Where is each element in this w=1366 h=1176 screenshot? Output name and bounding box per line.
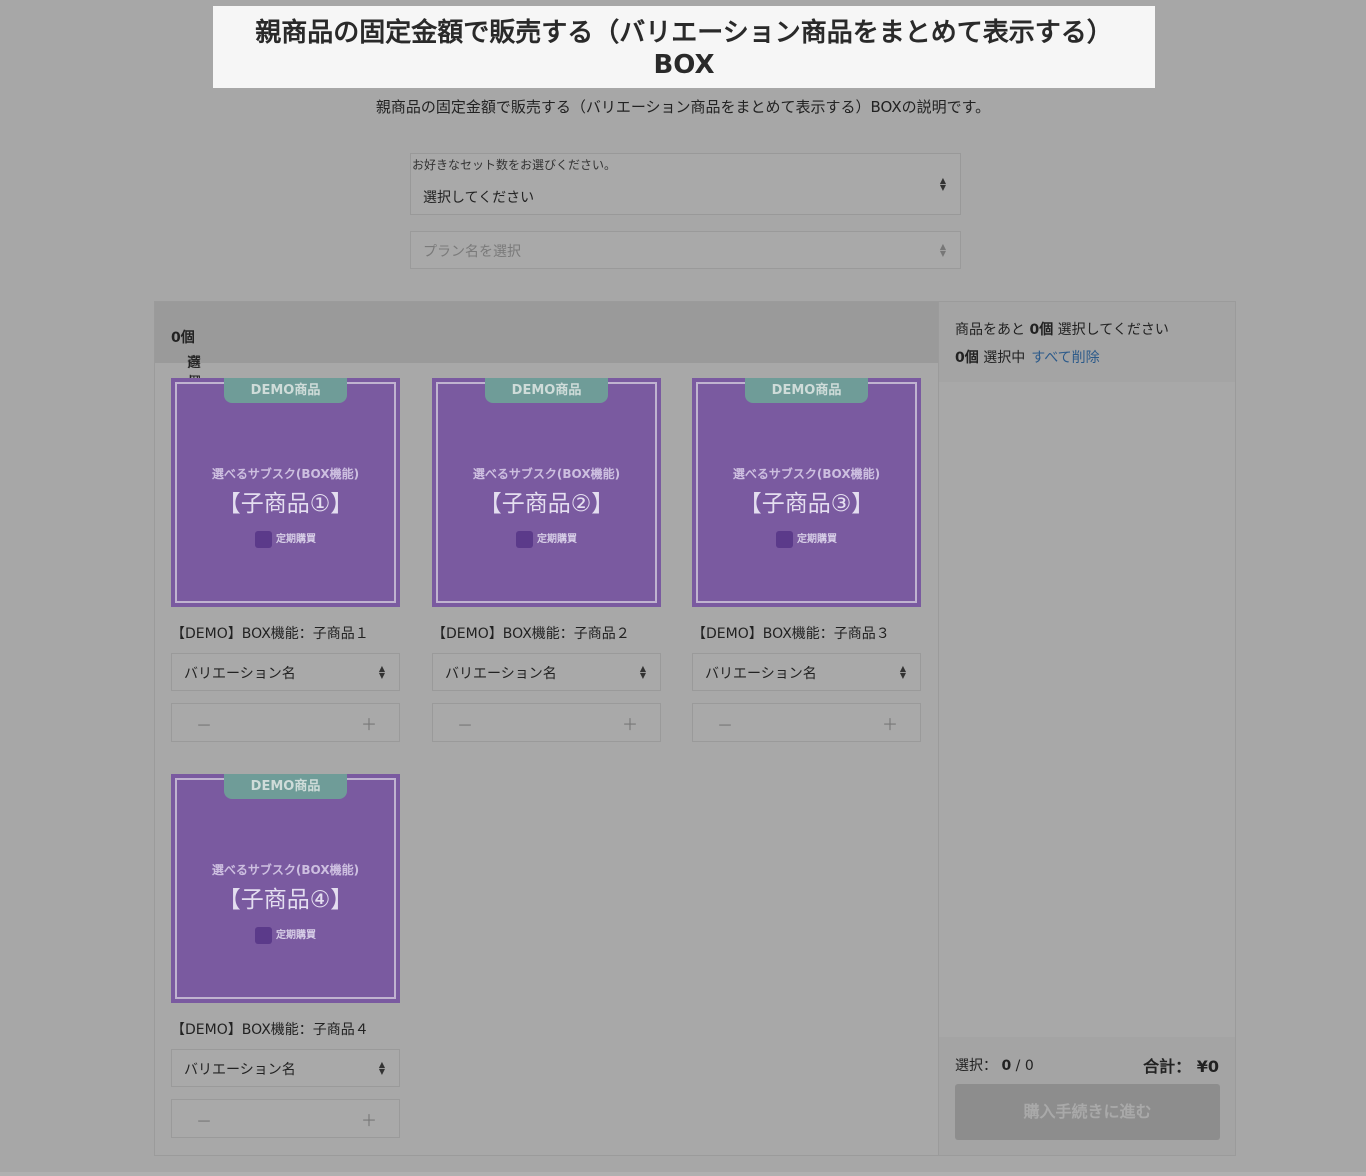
select-arrows-icon: ▲ ▼ xyxy=(378,1060,385,1076)
product-image-title: 【子商品③】 xyxy=(738,491,875,517)
decrease-button[interactable]: － xyxy=(196,712,212,736)
remaining-count: 0個 xyxy=(171,330,195,346)
subscription-logo-icon xyxy=(516,530,533,548)
cart-selected-label: 選択中 xyxy=(978,350,1026,366)
box-description: 親商品の固定金額で販売する（バリエーション商品をまとめて表示する）BOXの説明で… xyxy=(375,98,991,116)
product-image-caption: 選べるサブスク(BOX機能) xyxy=(211,863,360,877)
page-title-line-2: BOX xyxy=(653,50,715,80)
selection-value: 0 xyxy=(1001,1058,1012,1074)
cart-footer: 選択： 0 / 0 合計： ¥0 購入手続きに進む xyxy=(939,1037,1235,1155)
select-arrows-icon: ▲ ▼ xyxy=(378,664,385,680)
plan-select-placeholder: プラン名を選択 xyxy=(423,244,521,260)
subscription-logo-icon xyxy=(255,926,272,944)
product-image-caption: 選べるサブスク(BOX機能) xyxy=(211,467,360,481)
variation-select-value: バリエーション名 xyxy=(184,666,296,682)
product-image[interactable]: DEMO商品 選べるサブスク(BOX機能) 【子商品④】 定期購買 xyxy=(171,774,400,1003)
total-value: ¥0 xyxy=(1196,1057,1219,1076)
product-image-tag: 定期購買 xyxy=(276,930,316,941)
variation-select-value: バリエーション名 xyxy=(705,666,817,682)
variation-select[interactable]: バリエーション名 ▲ ▼ xyxy=(171,1049,400,1087)
product-name: 【DEMO】BOX機能：子商品４ xyxy=(171,1022,369,1038)
select-arrows-icon: ▲ ▼ xyxy=(639,664,646,680)
subscription-logo-icon xyxy=(255,530,272,548)
decrease-button[interactable]: － xyxy=(196,1108,212,1132)
variation-select[interactable]: バリエーション名 ▲ ▼ xyxy=(171,653,400,691)
quantity-stepper: － ＋ xyxy=(171,703,400,742)
demo-badge: DEMO商品 xyxy=(745,378,868,403)
increase-button[interactable]: ＋ xyxy=(622,711,638,735)
page-bottom-divider xyxy=(0,1172,1366,1176)
order-total: 合計： ¥0 xyxy=(1143,1053,1219,1077)
product-image[interactable]: DEMO商品 選べるサブスク(BOX機能) 【子商品①】 定期購買 xyxy=(171,378,400,607)
product-image-caption: 選べるサブスク(BOX機能) xyxy=(732,467,881,481)
cart-remaining-count: 0個 xyxy=(1029,322,1054,338)
select-arrows-icon: ▲ ▼ xyxy=(939,176,946,192)
variation-select-value: バリエーション名 xyxy=(184,1062,296,1078)
set-count-value: 選択してください xyxy=(423,190,535,206)
increase-button[interactable]: ＋ xyxy=(361,1107,377,1131)
product-image-tag: 定期購買 xyxy=(276,534,316,545)
variation-select[interactable]: バリエーション名 ▲ ▼ xyxy=(692,653,921,691)
product-card: DEMO商品 選べるサブスク(BOX機能) 【子商品③】 定期購買 【DEMO】… xyxy=(692,378,921,742)
selection-label: 選択： xyxy=(955,1058,997,1074)
product-name: 【DEMO】BOX機能：子商品１ xyxy=(171,626,369,642)
total-label: 合計： xyxy=(1143,1057,1192,1076)
demo-badge: DEMO商品 xyxy=(224,774,347,799)
clear-all-link[interactable]: すべて削除 xyxy=(1031,350,1099,366)
product-image-tag: 定期購買 xyxy=(537,534,577,545)
product-name: 【DEMO】BOX機能：子商品２ xyxy=(432,626,630,642)
select-arrows-icon: ▲ ▼ xyxy=(939,242,946,258)
quantity-stepper: － ＋ xyxy=(692,703,921,742)
selection-total: / 0 xyxy=(1011,1058,1034,1074)
product-card: DEMO商品 選べるサブスク(BOX機能) 【子商品①】 定期購買 【DEMO】… xyxy=(171,378,400,742)
product-card: DEMO商品 選べるサブスク(BOX機能) 【子商品②】 定期購買 【DEMO】… xyxy=(432,378,661,742)
quantity-stepper: － ＋ xyxy=(171,1099,400,1138)
product-image-title: 【子商品②】 xyxy=(478,491,615,517)
set-count-label: お好きなセット数をお選びください。 xyxy=(412,158,617,172)
subscription-logo-icon xyxy=(776,530,793,548)
product-card: DEMO商品 選べるサブスク(BOX機能) 【子商品④】 定期購買 【DEMO】… xyxy=(171,774,400,1138)
checkout-button[interactable]: 購入手続きに進む xyxy=(955,1084,1220,1140)
cart-sidebar: 商品をあと 0個 選択してください 0個 選択中 すべて削除 選択： 0 / 0 … xyxy=(938,302,1235,1155)
product-image-caption: 選べるサブスク(BOX機能) xyxy=(472,467,621,481)
page-title: 親商品の固定金額で販売する（バリエーション商品をまとめて表示する） BOX xyxy=(213,6,1155,88)
box-panel: 商品をあと0個 選択してください 商品をあと 0個 選択してください 0個 選択… xyxy=(154,301,1236,1156)
increase-button[interactable]: ＋ xyxy=(882,711,898,735)
cart-remaining-suffix: 選択してください xyxy=(1053,322,1169,338)
product-image-title: 【子商品①】 xyxy=(217,491,354,517)
product-image[interactable]: DEMO商品 選べるサブスク(BOX機能) 【子商品②】 定期購買 xyxy=(432,378,661,607)
cart-selected-count: 0個 xyxy=(955,350,979,366)
plan-select[interactable]: プラン名を選択 ▲ ▼ xyxy=(410,231,961,269)
set-count-select[interactable]: お好きなセット数をお選びください。 選択してください ▲ ▼ xyxy=(410,153,961,215)
increase-button[interactable]: ＋ xyxy=(361,711,377,735)
page-title-line-1: 親商品の固定金額で販売する（バリエーション商品をまとめて表示する） xyxy=(255,18,1113,48)
product-image-title: 【子商品④】 xyxy=(217,887,354,913)
quantity-stepper: － ＋ xyxy=(432,703,661,742)
product-image[interactable]: DEMO商品 選べるサブスク(BOX機能) 【子商品③】 定期購買 xyxy=(692,378,921,607)
demo-badge: DEMO商品 xyxy=(485,378,608,403)
selection-count: 選択： 0 / 0 xyxy=(955,1055,1034,1075)
select-arrows-icon: ▲ ▼ xyxy=(899,664,906,680)
product-list-header: 商品をあと0個 選択してください xyxy=(155,302,938,511)
product-name: 【DEMO】BOX機能：子商品３ xyxy=(692,626,890,642)
variation-select[interactable]: バリエーション名 ▲ ▼ xyxy=(432,653,661,691)
decrease-button[interactable]: － xyxy=(717,712,733,736)
product-image-tag: 定期購買 xyxy=(797,534,837,545)
demo-badge: DEMO商品 xyxy=(224,378,347,403)
decrease-button[interactable]: － xyxy=(457,712,473,736)
cart-header: 商品をあと 0個 選択してください 0個 選択中 すべて削除 xyxy=(939,302,1235,382)
cart-remaining-prefix: 商品をあと xyxy=(955,322,1030,338)
variation-select-value: バリエーション名 xyxy=(445,666,557,682)
